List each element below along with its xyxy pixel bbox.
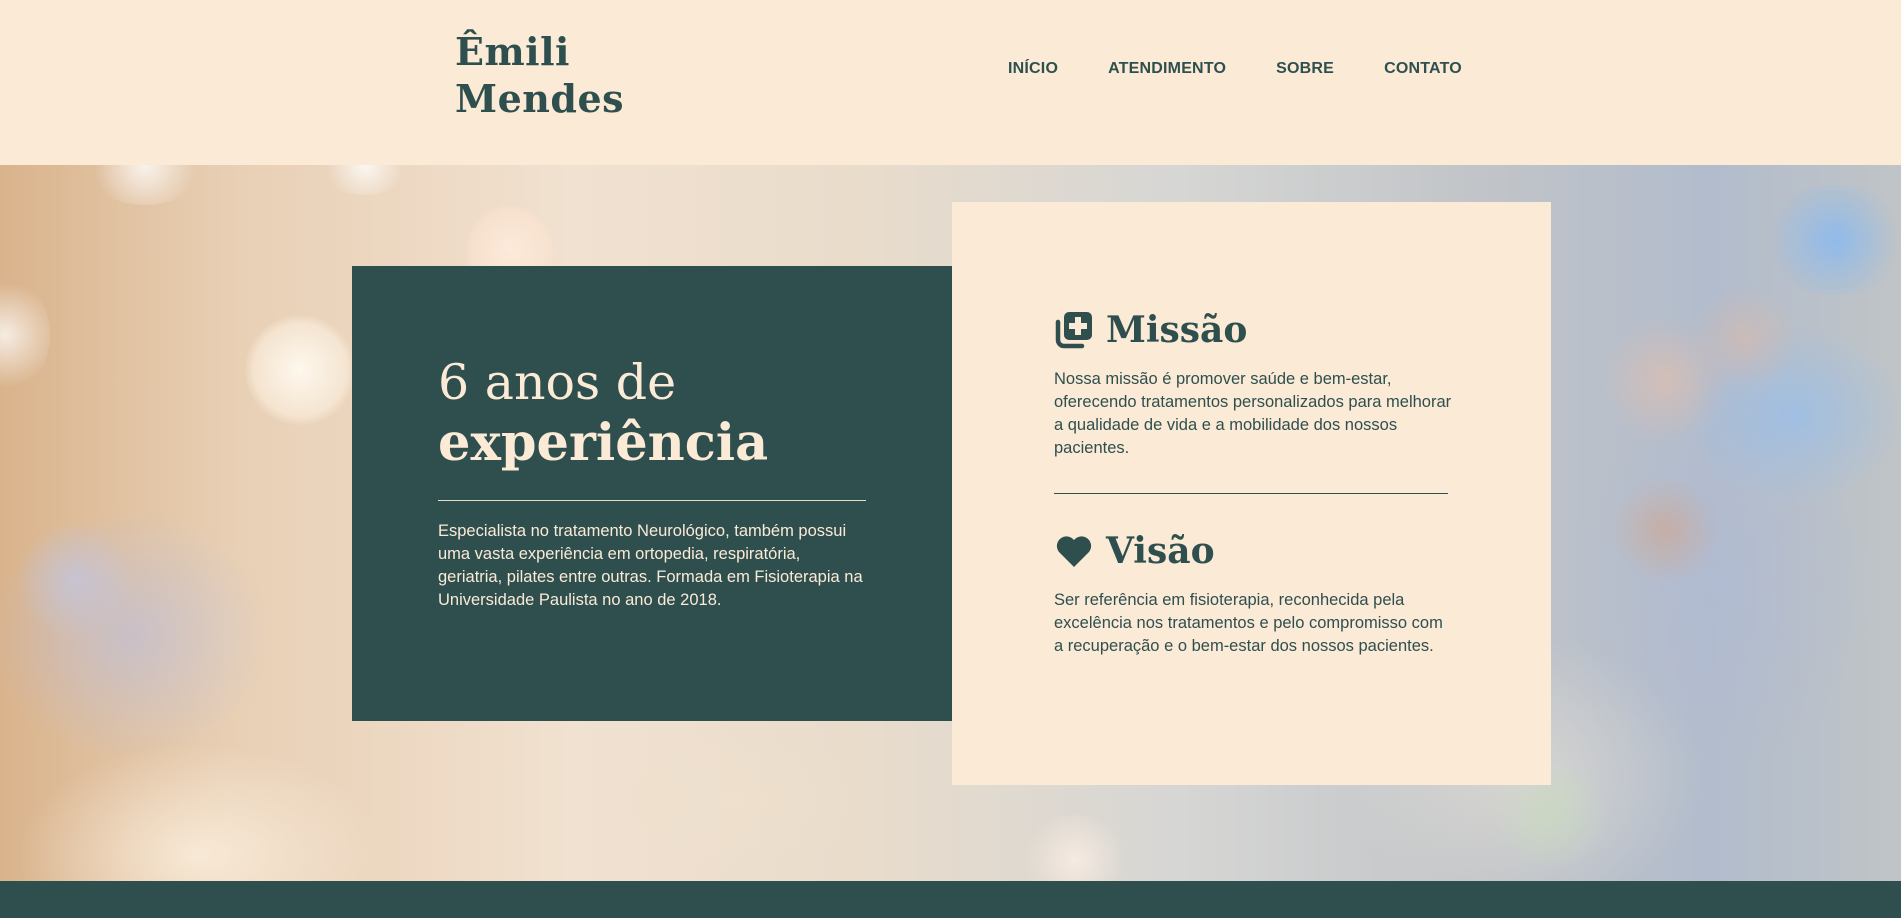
medical-plus-icon: [1054, 310, 1094, 350]
vision-text: Ser referência em fisioterapia, reconhec…: [1054, 591, 1443, 655]
mission-vision-divider: [1054, 493, 1448, 494]
experience-description: Especialista no tratamento Neurológico, …: [438, 522, 863, 609]
mission-text: Nossa missão é promover saúde e bem-esta…: [1054, 370, 1452, 457]
vision-section: Visão Ser referência em fisioterapia, re…: [1054, 527, 1454, 658]
experience-title-line1: 6 anos de: [438, 354, 677, 411]
experience-title: 6 anos de experiência: [438, 354, 768, 474]
experience-title-line2: experiência: [438, 413, 769, 473]
experience-card: 6 anos de experiência Especialista no tr…: [352, 266, 952, 721]
nav-link-atendimento[interactable]: ATENDIMENTO: [1108, 60, 1226, 78]
mission-title: Missão: [1106, 309, 1248, 351]
logo-first-name: Êmili: [455, 29, 570, 74]
logo-last-name: Mendes: [455, 76, 625, 121]
nav-link-sobre[interactable]: SOBRE: [1276, 60, 1334, 78]
heart-icon: [1054, 531, 1094, 571]
footer-bar: [0, 881, 1901, 918]
nav-link-inicio[interactable]: INÍCIO: [1008, 60, 1058, 78]
site-header: Êmili Mendes INÍCIO ATENDIMENTO SOBRE CO…: [0, 0, 1901, 165]
mission-vision-card: Missão Nossa missão é promover saúde e b…: [952, 202, 1551, 785]
nav-link-contato[interactable]: CONTATO: [1384, 60, 1462, 78]
vision-title: Visão: [1106, 530, 1215, 572]
vision-heading: Visão: [1054, 527, 1454, 575]
mission-heading: Missão: [1054, 306, 1454, 354]
mission-section: Missão Nossa missão é promover saúde e b…: [1054, 306, 1454, 460]
logo[interactable]: Êmili Mendes: [455, 28, 624, 122]
main-nav: INÍCIO ATENDIMENTO SOBRE CONTATO: [1008, 60, 1462, 78]
experience-divider: [438, 500, 866, 501]
